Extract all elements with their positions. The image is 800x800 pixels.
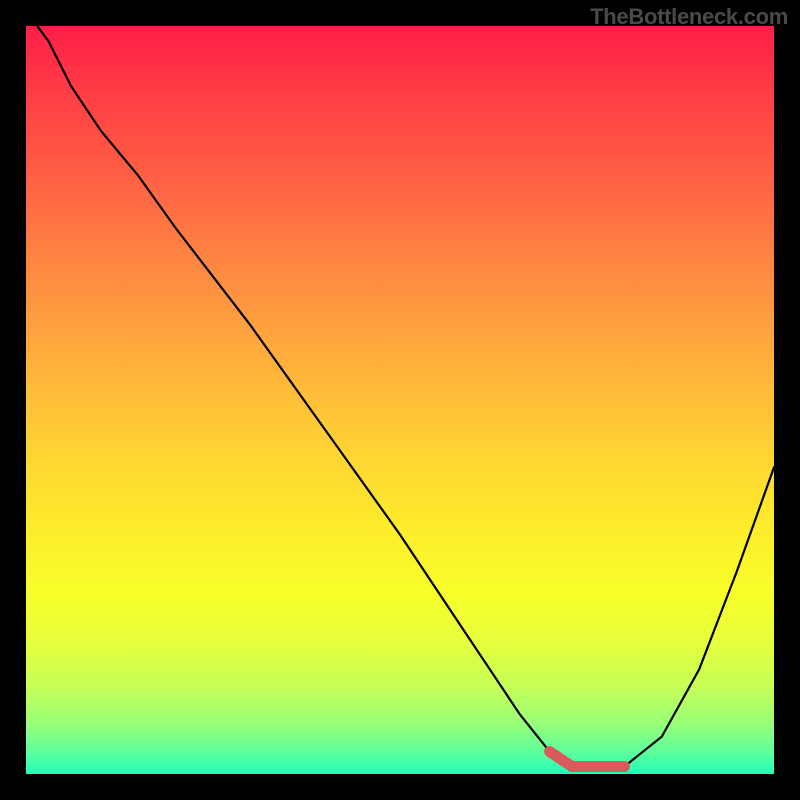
curve-overlay bbox=[26, 26, 774, 774]
bottleneck-optimal-highlight bbox=[550, 752, 625, 767]
chart-canvas: TheBottleneck.com bbox=[0, 0, 800, 800]
watermark-label: TheBottleneck.com bbox=[590, 4, 788, 30]
bottleneck-curve bbox=[26, 26, 774, 767]
gradient-plot-area bbox=[26, 26, 774, 774]
